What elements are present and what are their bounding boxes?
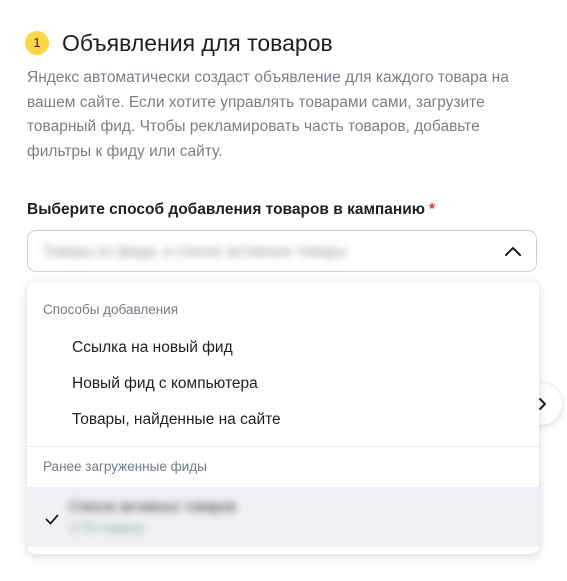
selected-value: Товары из фида, в списке активные товары bbox=[42, 243, 347, 260]
field-label-text: Выберите способ добавления товаров в кам… bbox=[27, 201, 426, 218]
checkmark-icon bbox=[45, 512, 59, 530]
step-number-badge: 1 bbox=[25, 31, 49, 55]
option-new-feed-upload[interactable]: Новый фид с компьютера bbox=[27, 366, 539, 402]
required-mark: * bbox=[429, 201, 436, 218]
add-method-select[interactable]: Товары из фида, в списке активные товары bbox=[27, 230, 537, 272]
option-new-feed-link[interactable]: Ссылка на новый фид bbox=[27, 330, 539, 366]
section-description: Яндекс автоматически создаст объявление … bbox=[27, 69, 509, 160]
group-divider bbox=[27, 446, 539, 447]
group-header-uploaded-feeds: Ранее загруженные фиды bbox=[43, 459, 207, 474]
chevron-up-icon[interactable] bbox=[504, 244, 522, 258]
option-label: Товары, найденные на сайте bbox=[72, 411, 281, 428]
group-header-add-methods: Способы добавления bbox=[43, 302, 179, 317]
option-label: Ссылка на новый фид bbox=[72, 339, 233, 356]
section-title: Объявления для товаров bbox=[62, 30, 333, 56]
feed-meta: 1776 товаров bbox=[69, 521, 144, 535]
option-uploaded-feed[interactable]: Список активных товаров 1776 товаров bbox=[27, 487, 539, 547]
option-site-products[interactable]: Товары, найденные на сайте bbox=[27, 402, 539, 438]
option-label: Новый фид с компьютера bbox=[72, 375, 258, 392]
field-label: Выберите способ добавления товаров в кам… bbox=[27, 199, 435, 221]
add-method-dropdown: Способы добавления Ссылка на новый фид Н… bbox=[27, 282, 539, 554]
feed-name: Список активных товаров bbox=[69, 498, 237, 514]
